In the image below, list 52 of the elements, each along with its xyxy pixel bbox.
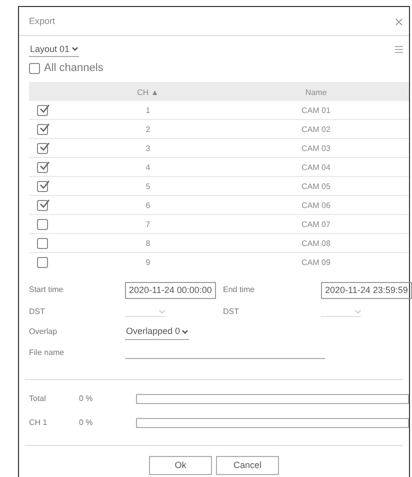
cancel-button[interactable]: Cancel [216, 456, 279, 475]
table-cell: 7 [73, 214, 223, 234]
table-cell: CAM 05 [223, 176, 409, 196]
caret-icon [159, 310, 165, 314]
table-cell: 2 [73, 120, 223, 138]
table-cell: 5 [73, 176, 223, 196]
table-cell: CAM 02 [223, 120, 409, 138]
field-label: Overlap [29, 326, 58, 338]
caret-icon [72, 47, 78, 52]
menu-icon[interactable] [395, 46, 403, 54]
table-cell: CAM 09 [223, 252, 409, 268]
table-cell: 6 [73, 196, 223, 214]
progress-label: CH 1 [29, 417, 48, 429]
checkbox[interactable] [37, 218, 48, 230]
table-cell: CAM 06 [223, 196, 409, 214]
progress-reading: 0 % [79, 393, 94, 405]
table-cell: 3 [73, 138, 223, 158]
table-cell: 9 [73, 252, 223, 268]
checkbox[interactable] [37, 162, 48, 172]
checkbox[interactable] [37, 124, 48, 134]
caret-icon [355, 310, 361, 314]
table-cell: CAM 03 [223, 138, 409, 158]
field-label: DST [29, 306, 46, 318]
checkbox[interactable] [37, 256, 48, 268]
table-cell: 1 [73, 100, 223, 120]
progress-reading: 0 % [79, 417, 94, 429]
field-label: End time [223, 284, 256, 296]
checkbox[interactable] [29, 62, 40, 74]
date-time-field[interactable]: 2020-11-24 00:00:00 [125, 282, 216, 299]
date-time-field[interactable]: 2020-11-24 23:59:59 [321, 282, 412, 299]
checkbox-label: All channels [44, 61, 104, 76]
table-cell: CAM 04 [223, 158, 409, 176]
table-cell: 4 [73, 158, 223, 176]
table-cell: CAM 08 [223, 234, 409, 252]
overlap-dropdown[interactable]: Overlapped 0 [125, 325, 190, 340]
dialog-title: Export [29, 15, 56, 28]
ok-button[interactable]: Ok [149, 456, 212, 475]
progress-label: Total [29, 393, 47, 405]
checkbox[interactable] [37, 238, 48, 248]
table-cell: CAM 01 [223, 100, 409, 120]
field-label: Start time [29, 284, 64, 296]
close-icon[interactable] [395, 18, 403, 26]
field-label: DST [223, 306, 240, 318]
caret-icon [182, 330, 188, 334]
checkbox[interactable] [37, 200, 48, 210]
checkbox[interactable] [37, 180, 48, 192]
checkbox[interactable] [37, 142, 48, 154]
table-cell: CAM 07 [223, 214, 409, 234]
checkbox[interactable] [37, 104, 48, 116]
field-label: File name [29, 346, 66, 359]
layout-dropdown[interactable]: Layout 01 [29, 42, 79, 57]
table-cell: 8 [73, 234, 223, 252]
